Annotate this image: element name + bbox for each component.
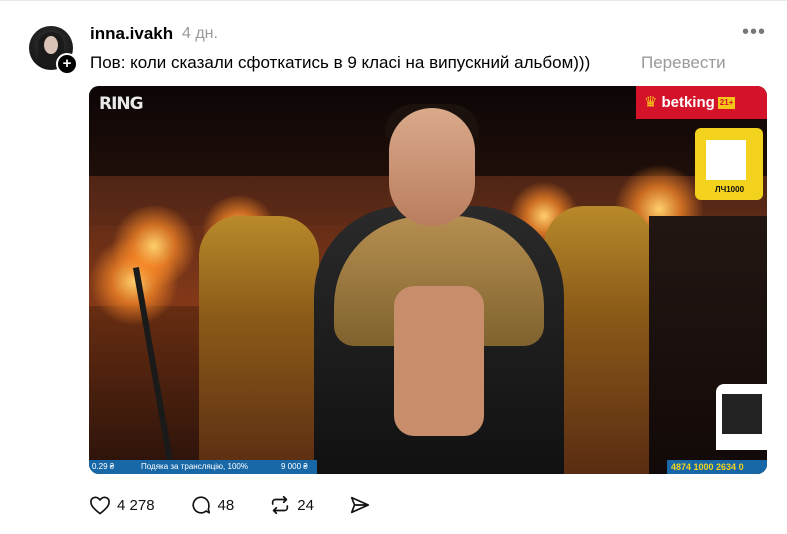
comment-count: 48 (217, 496, 235, 514)
translate-link[interactable]: Перевести (641, 53, 726, 73)
username[interactable]: inna.ivakh (90, 24, 173, 44)
post-caption: Пов: коли сказали сфоткатись в 9 класі н… (90, 53, 591, 72)
comment-icon (191, 496, 210, 514)
post-video[interactable]: RING ♛ betking 21+ ЛЧ1000 0.29 ₴ Подяка за… (89, 86, 767, 474)
top-divider (0, 0, 787, 1)
comment-button[interactable]: 48 (190, 494, 235, 516)
post-time[interactable]: 4 дн. (182, 25, 218, 43)
like-count: 4 278 (117, 496, 155, 514)
share-button[interactable] (349, 494, 371, 516)
promo-code: ЛЧ1000 (715, 185, 745, 194)
repost-count: 24 (297, 496, 314, 514)
qr-badge-top: ЛЧ1000 (695, 128, 763, 200)
fighter-head (389, 108, 475, 226)
ticker-amount: 0.29 ₴ (92, 462, 115, 471)
ring-logo: RING (99, 94, 144, 114)
betking-brand: betking (661, 94, 715, 111)
follow-plus-icon[interactable]: + (56, 53, 78, 75)
action-bar: 4 278 48 24 (89, 492, 406, 518)
crown-icon: ♛ (644, 94, 658, 111)
pharaoh-figure-left (199, 216, 319, 474)
avatar-face (44, 36, 58, 54)
repost-button[interactable]: 24 (269, 494, 314, 516)
more-dots-icon[interactable]: ••• (742, 21, 766, 44)
donation-ticker: 0.29 ₴ Подяка за трансляцію, 100% 9 000 … (89, 460, 317, 474)
qr-code-icon (706, 140, 746, 180)
repost-icon (272, 495, 289, 515)
heart-icon (90, 496, 110, 515)
like-button[interactable]: 4 278 (89, 495, 155, 515)
share-icon (350, 496, 369, 514)
ticker-total: 9 000 ₴ (281, 462, 308, 471)
fighter-chest (394, 286, 484, 436)
ticker-text: Подяка за трансляцію, 100% (141, 462, 248, 471)
qr-code-bottom-icon (722, 394, 762, 434)
qr-badge-bottom (716, 384, 767, 450)
betking-logo: ♛ betking 21+ (636, 86, 767, 119)
torch-flame-left (109, 206, 199, 286)
age-badge: 21+ (717, 97, 736, 110)
card-number-ticker: 4874 1000 2634 0 (667, 460, 767, 474)
avatar[interactable]: + (29, 26, 78, 75)
